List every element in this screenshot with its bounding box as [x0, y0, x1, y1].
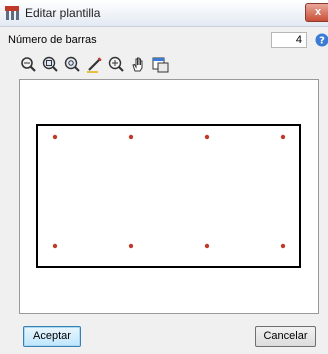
rebar-top-1 — [52, 134, 58, 140]
title-bar[interactable]: Editar plantilla x — [0, 0, 328, 27]
bar-count-input[interactable]: 4 — [271, 32, 307, 48]
rebar-top-2 — [128, 134, 134, 140]
bar-count-label: Número de barras — [8, 34, 97, 46]
close-button[interactable]: x — [305, 3, 328, 22]
zoom-extents-button[interactable] — [19, 55, 38, 73]
pencil-edit-icon — [87, 57, 102, 73]
pan-hand-icon — [132, 57, 143, 72]
pan-button[interactable] — [129, 55, 148, 73]
section-frame — [36, 124, 301, 268]
zoom-window-icon — [42, 56, 58, 72]
window-title: Editar plantilla — [25, 6, 101, 20]
edit-template-dialog: Editar plantilla x Número de barras 4 ? — [0, 0, 328, 354]
copy-window-icon — [152, 57, 169, 73]
zoom-out-button[interactable] — [63, 55, 82, 73]
copy-window-button[interactable] — [151, 55, 170, 73]
rebar-top-4 — [280, 134, 286, 140]
rebar-top-3 — [204, 134, 210, 140]
help-icon[interactable]: ? — [315, 33, 328, 47]
rebar-bottom-2 — [128, 243, 134, 249]
zoom-out-icon — [64, 56, 80, 72]
zoom-in-button[interactable] — [107, 55, 126, 73]
rebar-bottom-1 — [52, 243, 58, 249]
svg-text:?: ? — [319, 36, 325, 47]
zoom-in-icon — [108, 56, 124, 72]
pencil-edit-button[interactable] — [85, 55, 104, 73]
rebar-bottom-3 — [204, 243, 210, 249]
zoom-window-button[interactable] — [41, 55, 60, 73]
accept-button[interactable]: Aceptar — [23, 326, 81, 347]
section-drawing — [36, 124, 301, 268]
app-icon — [5, 6, 19, 20]
rebar-bottom-4 — [280, 243, 286, 249]
cancel-button[interactable]: Cancelar — [255, 326, 316, 347]
close-icon: x — [314, 6, 322, 18]
toolbar — [19, 55, 170, 73]
template-canvas[interactable] — [19, 79, 319, 314]
zoom-extents-icon — [21, 57, 36, 72]
